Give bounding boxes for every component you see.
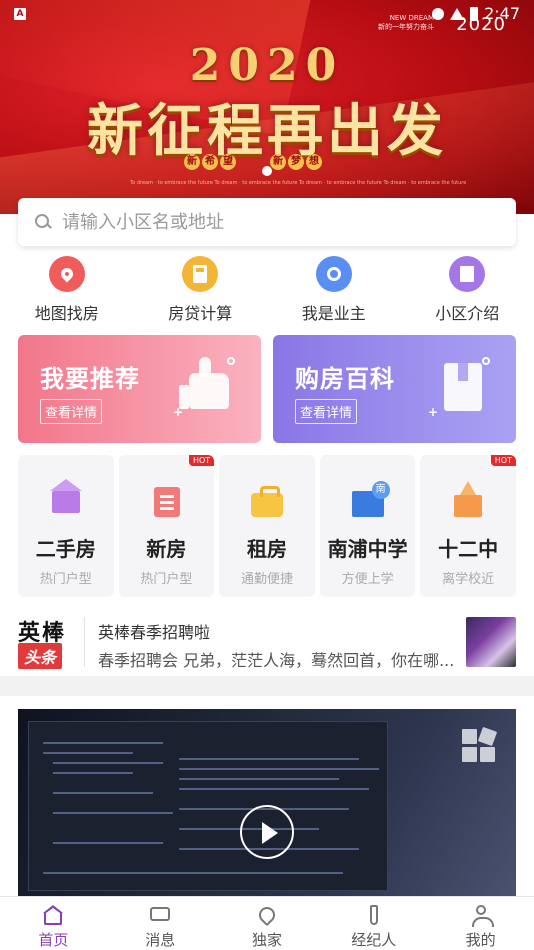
- quick-action-label: 地图找房: [34, 304, 99, 323]
- quick-action-mortgage[interactable]: 房贷计算: [134, 256, 268, 326]
- book-icon: +: [428, 357, 490, 419]
- quick-action-label: 我是业主: [301, 304, 366, 323]
- promo-card-recommend[interactable]: 我要推荐 查看详情 +: [18, 335, 261, 443]
- apps-grid-icon[interactable]: [462, 726, 498, 763]
- news-thumbnail[interactable]: [466, 617, 516, 667]
- tab-home[interactable]: 首页: [0, 897, 107, 950]
- tab-messages[interactable]: 消息: [107, 897, 214, 950]
- user-icon: [470, 905, 494, 927]
- category-title: 新房: [146, 537, 187, 561]
- banner-carousel[interactable]: A NEW DREAM 新的一年努力奋斗 2020 2:47 2020 新征程再…: [0, 0, 534, 214]
- category-title: 南浦中学: [327, 537, 408, 561]
- section-divider: [0, 676, 534, 696]
- battery-icon: [470, 6, 479, 21]
- tab-label: 消息: [145, 931, 176, 949]
- status-bar: 2:47: [432, 4, 520, 23]
- banner-chip: 希: [202, 154, 218, 170]
- school-building-icon: [348, 481, 390, 521]
- search-bar[interactable]: [18, 198, 516, 246]
- banner-chip: 望: [220, 154, 236, 170]
- category-new-home[interactable]: HOT 新房 热门户型: [118, 455, 215, 597]
- home-icon: [42, 905, 64, 925]
- view-details-button[interactable]: 查看详情: [295, 399, 358, 424]
- wifi-icon: [450, 7, 465, 20]
- quick-action-community[interactable]: 小区介绍: [401, 256, 534, 326]
- tab-label: 独家: [251, 931, 282, 949]
- category-subtitle: 热门户型: [39, 572, 92, 587]
- video-player[interactable]: [18, 709, 516, 899]
- category-subtitle: 离学校近: [442, 572, 495, 587]
- notification-icon: A: [14, 8, 26, 20]
- tab-label: 我的: [465, 931, 496, 949]
- quick-action-owner[interactable]: 我是业主: [267, 256, 401, 326]
- category-subtitle: 通勤便捷: [240, 572, 293, 587]
- signal-icon: [432, 7, 445, 20]
- category-no12-school[interactable]: HOT 十二中 离学校近: [420, 455, 516, 597]
- news-title: 英棒春季招聘啦: [98, 623, 211, 642]
- tab-me[interactable]: 我的: [427, 897, 534, 950]
- banner-brand: NEW DREAM 新的一年努力奋斗: [378, 14, 434, 31]
- quick-actions: 地图找房 房贷计算 我是业主 小区介绍: [0, 256, 534, 326]
- category-title: 十二中: [438, 537, 499, 561]
- carousel-indicator[interactable]: [262, 166, 272, 176]
- bottom-tab-bar: 首页 消息 独家 经纪人 我的: [0, 896, 534, 950]
- promo-card-encyclopedia[interactable]: 购房百科 查看详情 +: [273, 335, 516, 443]
- thumbs-up-icon: +: [173, 357, 235, 419]
- category-subtitle: 方便上学: [341, 572, 394, 587]
- banner-chip: 新: [270, 154, 286, 170]
- category-nanpu-school[interactable]: 南浦中学 方便上学: [319, 455, 416, 597]
- tab-label: 经纪人: [351, 931, 397, 949]
- quick-action-label: 小区介绍: [435, 304, 500, 323]
- banner-year: 2020: [189, 40, 345, 91]
- divider: [84, 617, 85, 667]
- calculator-icon: [182, 256, 219, 292]
- hot-badge: HOT: [188, 455, 215, 466]
- house-icon: [46, 479, 86, 521]
- banner-chip: 想: [306, 154, 322, 170]
- promo-title: 购房百科: [295, 365, 395, 393]
- heart-icon: [255, 903, 279, 927]
- category-subtitle: 热门户型: [140, 572, 193, 587]
- search-icon: [34, 213, 52, 231]
- tie-icon: [363, 905, 385, 925]
- banner-chip: 梦: [288, 154, 304, 170]
- banner-fine-print: To dream · to embrace the future To drea…: [130, 180, 467, 186]
- category-second-hand[interactable]: 二手房 热门户型: [18, 455, 114, 597]
- tab-label: 首页: [38, 931, 69, 949]
- play-button[interactable]: [240, 805, 294, 859]
- headline-news[interactable]: 英棒 头条 英棒春季招聘啦 春季招聘会 兄弟，茫茫人海，蓦然回首，你在哪...: [0, 607, 534, 675]
- category-title: 租房: [246, 537, 287, 561]
- banner-chips: 新 希 望 新 梦 想: [184, 154, 322, 170]
- quick-action-label: 房贷计算: [168, 304, 233, 323]
- quick-action-map[interactable]: 地图找房: [0, 256, 134, 326]
- banner-chip: 新: [184, 154, 200, 170]
- map-pin-icon: [48, 256, 85, 292]
- promo-title: 我要推荐: [40, 365, 140, 393]
- building-icon: [449, 256, 486, 292]
- tab-exclusive[interactable]: 独家: [214, 897, 321, 950]
- document-icon: [146, 481, 186, 521]
- castle-school-icon: [448, 481, 488, 521]
- suitcase-icon: [247, 481, 287, 521]
- tab-agents[interactable]: 经纪人: [320, 897, 427, 950]
- video-frame: [28, 721, 388, 891]
- view-details-button[interactable]: 查看详情: [40, 399, 103, 424]
- status-time: 2:47: [484, 4, 520, 23]
- category-grid: 二手房 热门户型 HOT 新房 热门户型 租房 通勤便捷 南浦中学 方便上学 H…: [18, 455, 516, 597]
- category-title: 二手房: [35, 537, 96, 561]
- search-input[interactable]: [62, 211, 482, 233]
- message-icon: [149, 904, 171, 925]
- hot-badge: HOT: [490, 455, 516, 466]
- key-icon: [315, 256, 352, 292]
- news-text: 春季招聘会 兄弟，茫茫人海，蓦然回首，你在哪...: [98, 651, 455, 670]
- category-rent[interactable]: 租房 通勤便捷: [219, 455, 315, 597]
- news-logo-badge: 头条: [18, 643, 63, 669]
